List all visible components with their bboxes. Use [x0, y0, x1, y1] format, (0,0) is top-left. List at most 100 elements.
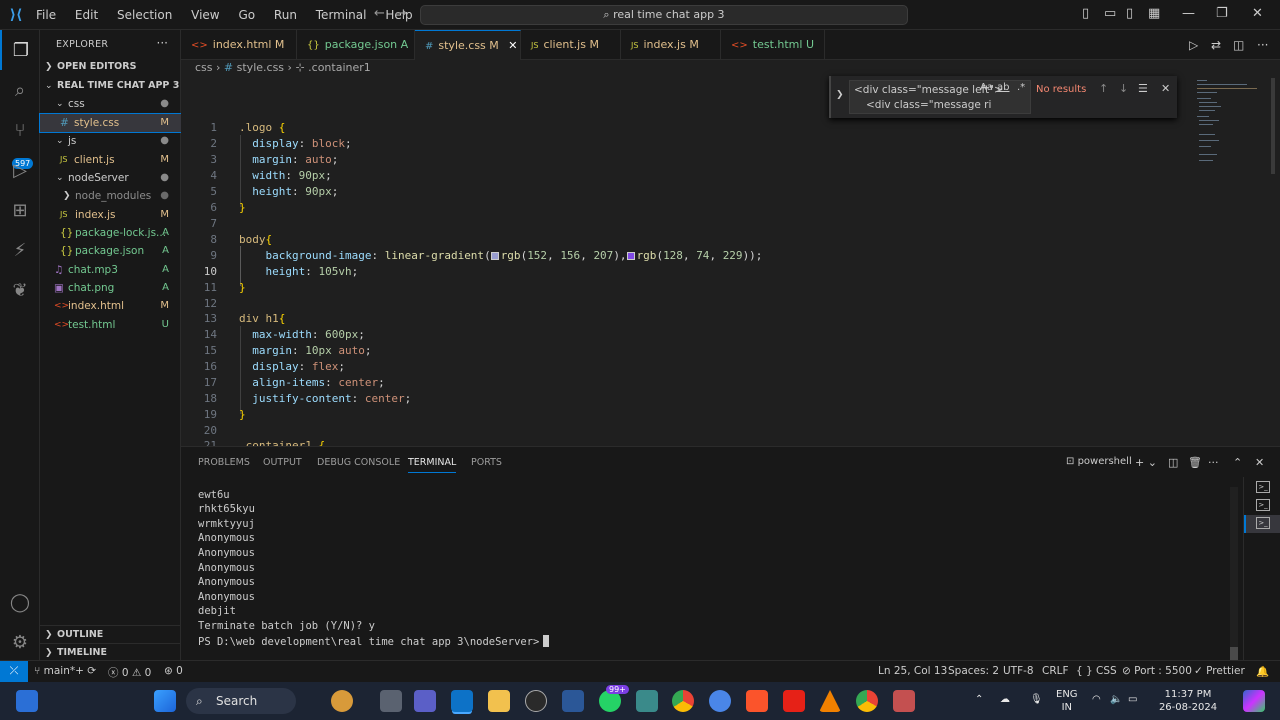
tab-output[interactable]: OUTPUT: [263, 457, 302, 468]
tab-debug-console[interactable]: DEBUG CONSOLE: [317, 457, 400, 468]
more-actions-icon[interactable]: ···: [1257, 38, 1268, 52]
close-tab-icon[interactable]: ✕: [508, 39, 517, 52]
maximize-panel-icon[interactable]: ⌃: [1233, 456, 1242, 469]
tab-package-json[interactable]: {} package.json A: [297, 30, 415, 60]
tree-item-chat-mp3[interactable]: ♫ chat.mp3 A: [40, 261, 181, 279]
tree-item-style-css[interactable]: # style.css M: [39, 113, 182, 133]
tab-terminal[interactable]: TERMINAL: [408, 457, 457, 473]
accounts-icon[interactable]: ◯: [0, 582, 40, 622]
tree-item-client-js[interactable]: JS client.js M: [40, 151, 181, 169]
tree-item-js-folder[interactable]: ⌄ js ●: [40, 132, 181, 150]
close-find-icon[interactable]: ✕: [1161, 82, 1170, 95]
customize-layout-icon[interactable]: ▦: [1148, 6, 1160, 21]
battery-icon[interactable]: ▭: [1128, 693, 1137, 706]
search-icon[interactable]: ⌕: [0, 70, 40, 110]
clock[interactable]: 11:37 PM 26-08-2024: [1152, 688, 1224, 714]
menu-edit[interactable]: Edit: [75, 8, 98, 22]
live-share-icon[interactable]: ⚡: [0, 230, 40, 270]
menu-terminal[interactable]: Terminal: [316, 8, 367, 22]
more-actions-icon[interactable]: ···: [1208, 456, 1219, 469]
menu-view[interactable]: View: [191, 8, 219, 22]
app-icon[interactable]: [636, 690, 658, 712]
code-editor[interactable]: 1 .logo { 2 display: block; 3 margin: au…: [181, 78, 1191, 446]
close-window-icon[interactable]: ✕: [1252, 6, 1263, 21]
tab-problems[interactable]: PROBLEMS: [198, 457, 250, 468]
terminal-icon[interactable]: >_: [1256, 481, 1270, 493]
menu-run[interactable]: Run: [274, 8, 297, 22]
tree-item-css-folder[interactable]: ⌄ css ●: [40, 95, 181, 113]
restore-icon[interactable]: ❐: [1216, 6, 1228, 21]
next-match-icon[interactable]: ↓: [1119, 82, 1128, 95]
brave-icon[interactable]: [746, 690, 768, 712]
remote-icon[interactable]: ⤫: [0, 661, 28, 682]
match-case-icon[interactable]: Aa: [980, 82, 993, 93]
trash-icon[interactable]: 🗑: [1188, 456, 1202, 469]
microphone-icon[interactable]: 🎙: [1030, 693, 1043, 706]
volume-icon[interactable]: 🔈: [1110, 693, 1122, 706]
settings-gear-icon[interactable]: ⚙: [0, 622, 40, 662]
tree-item-nodeserver-folder[interactable]: ⌄ nodeServer ●: [40, 169, 181, 187]
run-icon[interactable]: ▷: [1189, 38, 1198, 52]
taskbar-search[interactable]: ⌕ Search: [186, 688, 296, 714]
terminal-profile[interactable]: ⊡ powershell: [1066, 456, 1132, 467]
minimap[interactable]: [1191, 78, 1280, 446]
branch-status[interactable]: ⑂ main*+ ⟳: [34, 665, 96, 677]
tree-item-index-html[interactable]: <> index.html M: [40, 297, 181, 315]
chevron-up-icon[interactable]: ⌃: [975, 693, 983, 706]
chrome-icon[interactable]: [672, 690, 694, 712]
extensions-icon[interactable]: ⊞: [0, 190, 40, 230]
toggle-sidebar-icon[interactable]: ▯: [1082, 6, 1089, 21]
onedrive-icon[interactable]: ☁: [1000, 693, 1010, 706]
language-indicator[interactable]: ENG IN: [1056, 688, 1078, 714]
word-icon[interactable]: [562, 690, 584, 712]
indentation[interactable]: Spaces: 2: [948, 665, 999, 677]
color-swatch[interactable]: [490, 252, 499, 260]
tab-client-js[interactable]: JS client.js M: [521, 30, 621, 60]
forward-arrow-icon[interactable]: →: [396, 6, 407, 21]
tab-index-html[interactable]: <> index.html M: [181, 30, 297, 60]
mongodb-leaf-icon[interactable]: ❦: [0, 270, 40, 310]
widgets-icon[interactable]: [16, 690, 38, 712]
encoding[interactable]: UTF-8: [1003, 665, 1034, 677]
timeline-section[interactable]: ❯ TIMELINE: [40, 643, 181, 661]
tab-ports[interactable]: PORTS: [471, 457, 502, 468]
copilot-icon[interactable]: [1243, 690, 1265, 712]
menu-go[interactable]: Go: [238, 8, 255, 22]
tree-item-package-json[interactable]: {} package.json A: [40, 242, 181, 260]
previous-match-icon[interactable]: ↑: [1099, 82, 1108, 95]
menu-file[interactable]: File: [36, 8, 56, 22]
dell-icon[interactable]: [525, 690, 547, 712]
terminal-icon[interactable]: >_: [1256, 517, 1270, 529]
chevron-right-icon[interactable]: ❯: [836, 90, 844, 100]
vscode-taskbar-icon[interactable]: [451, 690, 473, 712]
prettier-status[interactable]: ✓ Prettier: [1194, 665, 1245, 677]
minimize-icon[interactable]: —: [1182, 6, 1195, 21]
line-ending[interactable]: CRLF: [1042, 665, 1069, 677]
run-debug-icon[interactable]: ▷: [0, 150, 40, 190]
color-swatch[interactable]: [626, 252, 635, 260]
tab-index-js[interactable]: JS index.js M: [621, 30, 721, 60]
breadcrumb-css[interactable]: css: [195, 61, 213, 74]
tree-item-chat-png[interactable]: ▣ chat.png A: [40, 279, 181, 297]
minimap-slider[interactable]: [1271, 78, 1275, 174]
terminal-scrollbar[interactable]: [1230, 487, 1238, 661]
open-editors-section[interactable]: ❯ OPEN EDITORS: [40, 58, 181, 76]
compare-changes-icon[interactable]: ⇄: [1211, 38, 1221, 52]
workspace-root[interactable]: ⌄ REAL TIME CHAT APP 3: [40, 77, 181, 95]
app-icon[interactable]: [893, 690, 915, 712]
explorer-icon[interactable]: ❐: [0, 30, 40, 70]
tab-test-html[interactable]: <> test.html U: [721, 30, 825, 60]
find-in-selection-icon[interactable]: ☰: [1138, 82, 1148, 95]
file-explorer-icon[interactable]: [488, 690, 510, 712]
more-actions-icon[interactable]: ···: [157, 36, 168, 50]
youtube-icon[interactable]: [783, 690, 805, 712]
problems-status[interactable]: ⓧ 0 ⚠ 0: [108, 665, 151, 680]
outline-section[interactable]: ❯ OUTLINE: [40, 625, 181, 643]
tree-item-index-js[interactable]: JS index.js M: [40, 206, 181, 224]
teams-icon[interactable]: [414, 690, 436, 712]
command-center[interactable]: ⌕ real time chat app 3: [420, 5, 908, 25]
notifications-bell-icon[interactable]: 🔔: [1256, 665, 1269, 678]
source-control-icon[interactable]: ⑂: [0, 110, 40, 150]
tree-item-test-html[interactable]: <> test.html U: [40, 316, 181, 334]
toggle-secondary-sidebar-icon[interactable]: ▯: [1126, 6, 1133, 21]
